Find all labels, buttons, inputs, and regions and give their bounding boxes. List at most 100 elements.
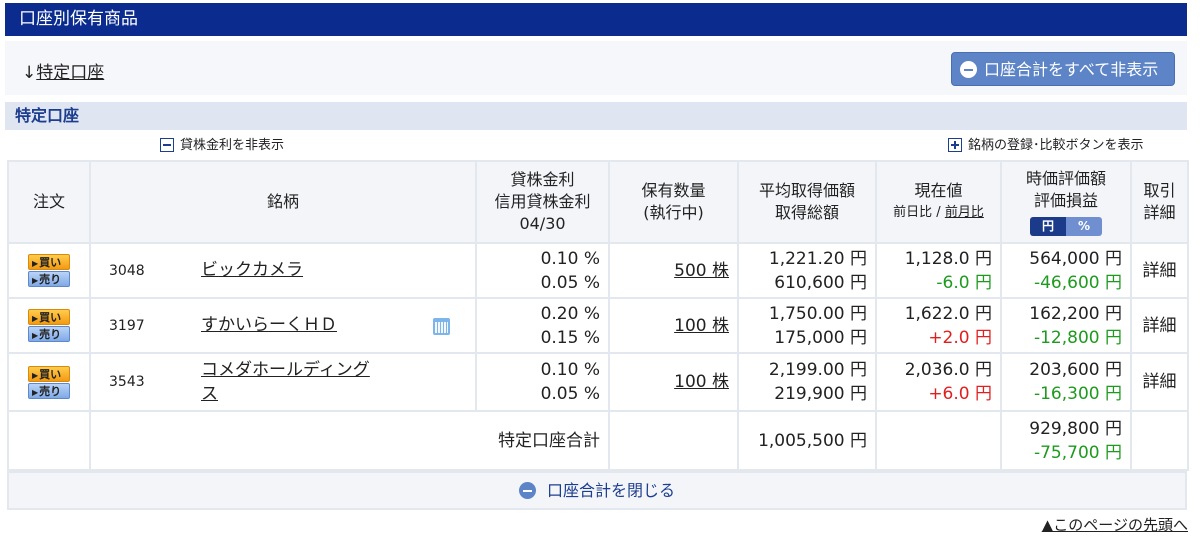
detail-link[interactable]: 詳細 [1143, 316, 1177, 336]
current-price: 2,036.0 円 [904, 360, 992, 380]
stock-cell: 3197 すかいらーくＨＤ [89, 297, 477, 354]
quantity-cell: 100 株 [608, 297, 739, 354]
col-value-l1: 時価評価額 [1025, 169, 1106, 188]
col-lending: 貸株金利 信用貸株金利 04/30 [475, 160, 610, 244]
buy-button[interactable]: ▶買い [28, 365, 70, 382]
stock-cell: 3543 コメダホールディングス [89, 352, 477, 412]
col-price: 現在値 前日比 / 前月比 [875, 160, 1002, 244]
quantity-link[interactable]: 100 株 [674, 316, 729, 336]
current-price: 1,622.0 円 [904, 303, 992, 324]
lending-rate: 0.10 % [540, 360, 600, 380]
price-cell: 1,128.0 円 -6.0 円 [875, 242, 1002, 299]
col-avg-l2: 取得総額 [774, 203, 839, 222]
lending-rate: 0.10 % [540, 248, 600, 269]
sell-arrow-icon: ▶ [32, 276, 39, 285]
sell-button[interactable]: ▶売り [28, 326, 70, 342]
totals-row: 特定口座合計 1,005,500 円 929,800 円 -75,700 円 [7, 410, 1189, 471]
current-price: 1,128.0 円 [904, 248, 992, 269]
stock-name-link[interactable]: すかいらーくＨＤ [201, 313, 337, 337]
price-cell: 2,036.0 円 +6.0 円 [875, 352, 1002, 412]
unrealized-pl: -16,300 円 [1033, 384, 1122, 404]
compare-separator: / [932, 205, 945, 220]
minus-box-icon [160, 138, 174, 152]
plus-box-icon [948, 138, 962, 152]
detail-cell[interactable]: 詳細 [1130, 242, 1189, 299]
col-detail-l1: 取引 [1143, 181, 1176, 200]
stock-name-link[interactable]: コメダホールディング [201, 358, 370, 382]
close-totals-button[interactable]: 口座合計を閉じる [7, 471, 1187, 510]
col-value-l2: 評価損益 [1033, 191, 1098, 210]
down-arrow-icon: ↓ [22, 63, 37, 83]
unit-percent-button[interactable]: % [1066, 217, 1102, 236]
close-totals-label: 口座合計を閉じる [546, 481, 675, 500]
order-cell: ▶買い ▶売り [7, 297, 91, 354]
total-cost: 219,900 円 [774, 384, 867, 404]
total-cost: 610,600 円 [774, 272, 867, 293]
prev-month-link[interactable]: 前月比 [945, 205, 984, 220]
col-price-l1: 現在値 [914, 181, 963, 200]
col-lending-date: 04/30 [519, 214, 566, 233]
price-change: -6.0 円 [936, 272, 992, 293]
lending-rate-cell: 0.20 % 0.15 % [475, 297, 610, 354]
quantity-link[interactable]: 500 株 [674, 261, 729, 281]
col-avg: 平均取得価額 取得総額 [737, 160, 877, 244]
close-totals-inner: 口座合計を閉じる [518, 473, 675, 508]
minus-circle-icon [518, 482, 536, 499]
lending-rate: 0.20 % [540, 303, 600, 324]
margin-lending-rate: 0.05 % [540, 272, 600, 293]
buy-arrow-icon: ▶ [32, 314, 39, 323]
detail-cell[interactable]: 詳細 [1130, 297, 1189, 354]
page-top-link-wrap: ▲このページの先頭へ [1042, 514, 1188, 535]
detail-cell[interactable]: 詳細 [1130, 352, 1189, 412]
col-avg-l1: 平均取得価額 [758, 181, 855, 200]
totals-unrealized-pl: -75,700 円 [1033, 442, 1122, 463]
stock-code: 3197 [109, 318, 145, 334]
valuation-cell: 162,200 円 -12,800 円 [1000, 297, 1132, 354]
col-detail: 取引 詳細 [1130, 160, 1189, 244]
account-anchor: ↓特定口座 [22, 58, 104, 83]
stock-name-link-cont[interactable]: ス [201, 382, 218, 406]
market-value: 564,000 円 [1029, 248, 1122, 269]
hide-all-totals-button[interactable]: 口座合計をすべて非表示 [951, 52, 1175, 86]
stock-code: 3048 [109, 263, 145, 279]
buy-label: 買い [39, 256, 62, 269]
valuation-cell: 203,600 円 -16,300 円 [1000, 352, 1132, 412]
buy-button[interactable]: ▶買い [28, 309, 70, 325]
avg-cost: 1,221.20 円 [768, 248, 867, 269]
totals-empty-qty [608, 410, 739, 471]
lending-rate-cell: 0.10 % 0.05 % [475, 242, 610, 299]
col-lending-l2: 信用貸株金利 [494, 192, 591, 211]
avg-cost: 1,750.00 円 [768, 303, 867, 324]
toggle-lending-rate-label: 貸株金利を非表示 [180, 138, 285, 153]
detail-link[interactable]: 詳細 [1143, 261, 1177, 281]
col-qty-l2: (執行中) [643, 203, 704, 222]
market-value: 162,200 円 [1029, 303, 1122, 324]
account-anchor-link[interactable]: 特定口座 [36, 63, 104, 83]
total-cost: 175,000 円 [774, 327, 867, 348]
stock-name-link[interactable]: ビックカメラ [201, 258, 303, 282]
toggle-lending-rate[interactable]: 貸株金利を非表示 [160, 138, 284, 154]
page-top-link[interactable]: ▲このページの先頭へ [1042, 516, 1188, 534]
sell-button[interactable]: ▶売り [28, 271, 70, 287]
col-name: 銘柄 [89, 160, 477, 244]
toggle-register-buttons[interactable]: 銘柄の登録･比較ボタンを表示 [948, 138, 1144, 154]
buy-button[interactable]: ▶買い [28, 254, 70, 270]
lending-rate-cell: 0.10 % 0.05 % [475, 352, 610, 412]
stock-name-wrap: コメダホールディングス [201, 358, 370, 406]
quantity-link[interactable]: 100 株 [674, 372, 729, 392]
page-title: 口座別保有商品 [19, 9, 138, 29]
avg-cost-cell: 1,221.20 円 610,600 円 [737, 242, 877, 299]
totals-empty-price [875, 410, 1002, 471]
prev-day-label: 前日比 [893, 205, 933, 220]
unit-yen-button[interactable]: 円 [1030, 217, 1066, 236]
table-header-row: 注文 銘柄 貸株金利 信用貸株金利 04/30 保有数量 (執行中) 平均取得価… [7, 160, 1189, 244]
toggle-register-label: 銘柄の登録･比較ボタンを表示 [968, 138, 1144, 153]
sell-button[interactable]: ▶売り [28, 382, 70, 399]
calendar-icon[interactable] [433, 318, 450, 335]
price-cell: 1,622.0 円 +2.0 円 [875, 297, 1002, 354]
col-order: 注文 [7, 160, 91, 244]
section-title: 特定口座 [5, 102, 1187, 130]
detail-link[interactable]: 詳細 [1143, 372, 1177, 392]
sell-label: 売り [39, 273, 62, 286]
totals-valuation-cell: 929,800 円 -75,700 円 [1000, 410, 1132, 471]
